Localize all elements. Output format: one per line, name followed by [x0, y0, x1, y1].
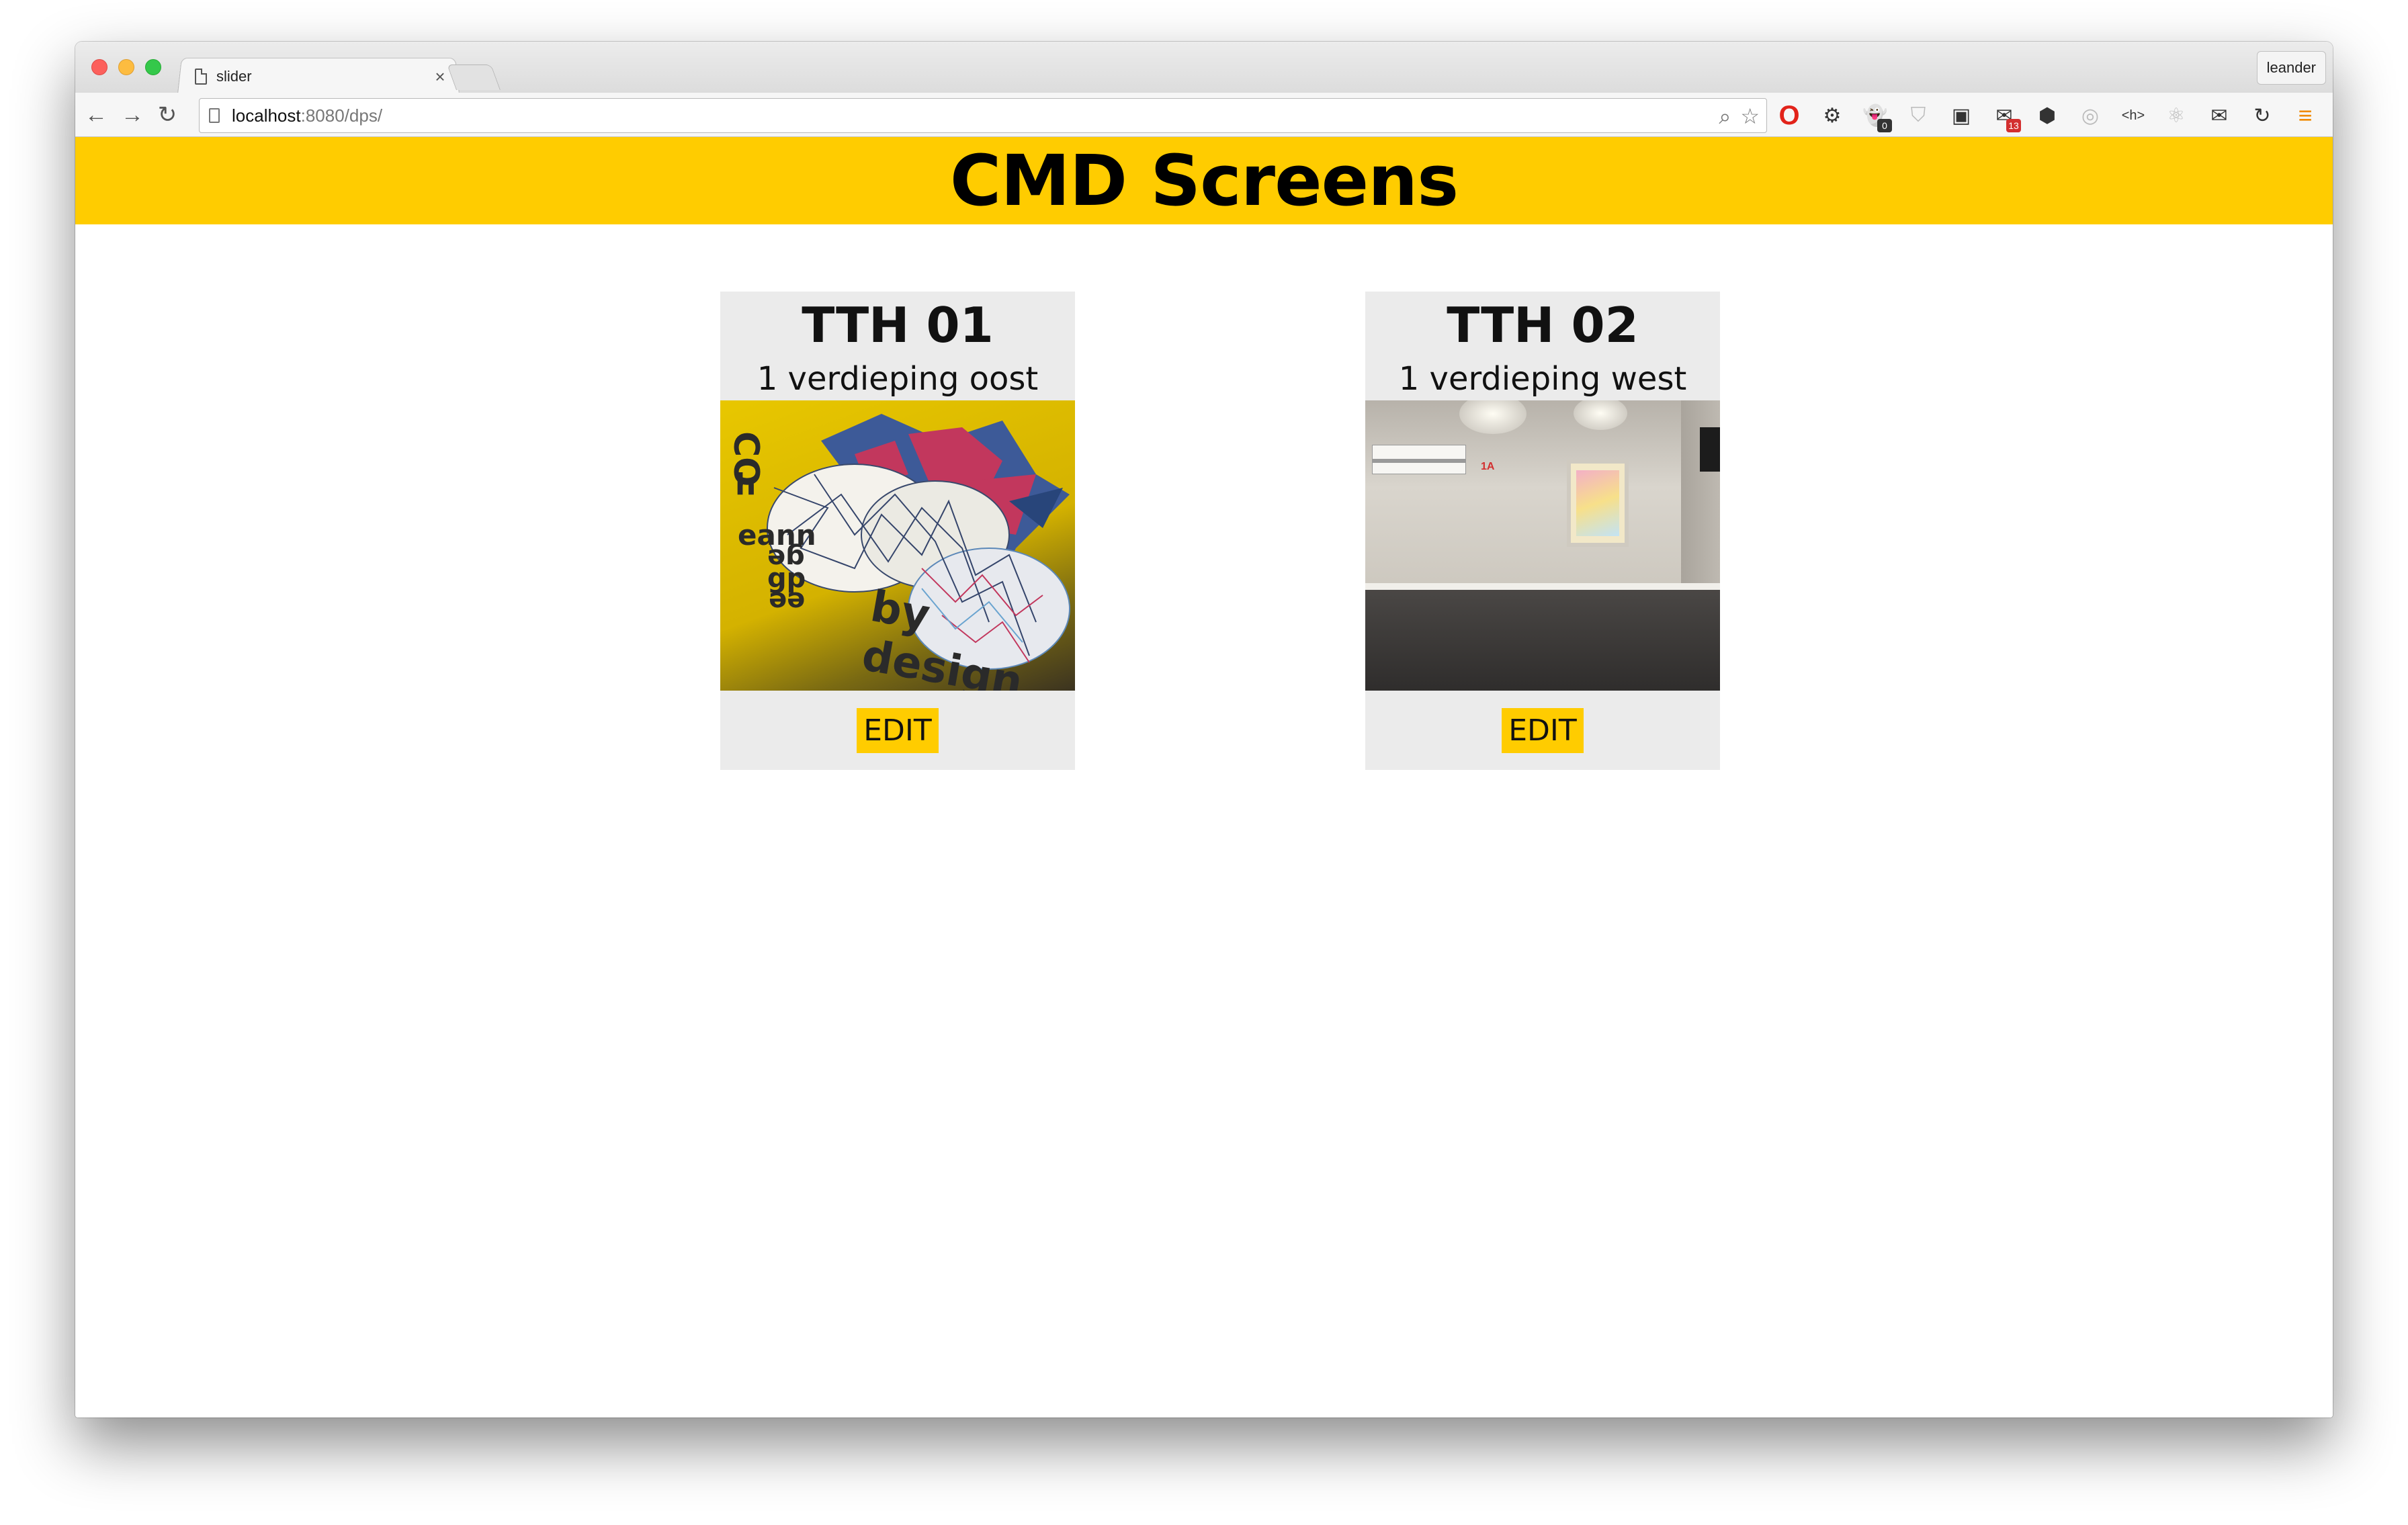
window-minimize-button[interactable]	[118, 59, 134, 75]
shield-outline-glyph: ⛉	[1910, 104, 1926, 126]
extension-badge: 0	[1877, 119, 1892, 132]
react-glyph: ⚛	[2167, 104, 2186, 127]
page-content: CMD Screens TTH 01 1 verdieping oost CO …	[75, 137, 2333, 1418]
extensions-bar: O ⚙ 👻 0 ⛉ ▣ ✉ 13 ⬢ ◎ <h> ⚛ ✉ ↻ ≡	[1774, 98, 2321, 133]
screen-photo: CO h eann ge gp ee by design	[720, 400, 1075, 691]
ublock-glyph: ⬢	[2038, 104, 2057, 127]
react-icon[interactable]: ⚛	[2161, 100, 2192, 131]
document-icon	[195, 69, 207, 85]
page-icon	[209, 108, 220, 123]
menu-icon[interactable]: ≡	[2290, 100, 2321, 131]
page-title: CMD Screens	[949, 140, 1459, 222]
tab-close-icon[interactable]: ×	[430, 67, 450, 87]
sync-icon[interactable]: ↻	[2247, 100, 2278, 131]
wall-screen	[1700, 427, 1720, 472]
forward-arrow-icon[interactable]: →	[117, 99, 148, 130]
window-maximize-button[interactable]	[145, 59, 161, 75]
opera-icon[interactable]: O	[1774, 100, 1805, 131]
gear-icon[interactable]: ⚙	[1817, 100, 1848, 131]
extension-badge: 13	[2006, 119, 2021, 132]
room-label: 1A	[1481, 461, 1495, 472]
floor	[1365, 590, 1720, 691]
ninja-glyph: ▣	[1951, 104, 1971, 127]
edit-button[interactable]: EDIT	[1502, 707, 1584, 753]
tab-strip: slider × leander	[75, 42, 2333, 94]
screen-location: 1 verdieping west	[1398, 360, 1687, 398]
noscript-glyph: ◎	[2081, 104, 2100, 127]
ninja-icon[interactable]: ▣	[1946, 100, 1977, 131]
edit-wrap: EDIT	[1365, 691, 1720, 770]
browser-window: slider × leander ← → ↻ localhost :8080/d…	[75, 42, 2333, 1418]
ghost-icon[interactable]: 👻 0	[1860, 100, 1892, 132]
new-tab-button[interactable]	[447, 64, 501, 90]
back-arrow-icon[interactable]: ←	[81, 99, 112, 130]
bookmark-star-icon[interactable]: ☆	[1740, 101, 1760, 131]
edit-button[interactable]: EDIT	[857, 707, 939, 753]
menu-glyph: ≡	[2298, 101, 2313, 129]
envelope-icon[interactable]: ✉	[2204, 100, 2235, 131]
screen-name: TTH 01	[802, 297, 994, 353]
screen-location: 1 verdieping oost	[757, 360, 1039, 398]
screen-photo: 1A	[1365, 400, 1720, 691]
page-header: CMD Screens	[75, 137, 2333, 224]
sync-glyph: ↻	[2253, 104, 2271, 127]
tab-title: slider	[216, 68, 252, 85]
graffiti-text: ee	[769, 586, 806, 617]
graffiti-text: h	[735, 468, 757, 502]
envelope-glyph: ✉	[2210, 104, 2228, 127]
url-path: :8080/dps/	[300, 105, 383, 126]
window-close-button[interactable]	[91, 59, 108, 75]
mail-check-icon[interactable]: ✉ 13	[1989, 100, 2021, 132]
gear-glyph: ⚙	[1823, 104, 1842, 127]
wall-sign	[1372, 445, 1466, 474]
screen-card: TTH 02 1 verdieping west 1A EDIT	[1365, 292, 1720, 770]
opera-glyph: O	[1778, 100, 1800, 130]
url-host: localhost	[232, 105, 301, 126]
screen-name: TTH 02	[1447, 297, 1639, 353]
screen-card: TTH 01 1 verdieping oost CO h eann ge gp…	[720, 292, 1075, 770]
html-icon[interactable]: <h>	[2118, 100, 2149, 131]
noscript-icon[interactable]: ◎	[2075, 100, 2106, 131]
edit-wrap: EDIT	[720, 691, 1075, 770]
ublock-icon[interactable]: ⬢	[2032, 100, 2063, 131]
address-bar[interactable]: localhost :8080/dps/ ⌕ ☆	[199, 98, 1767, 133]
poster	[1567, 460, 1629, 547]
html-glyph: <h>	[2121, 107, 2145, 123]
browser-toolbar: ← → ↻ localhost :8080/dps/ ⌕ ☆ O ⚙ 👻 0 ⛉ ▣ ✉ 13…	[75, 93, 2333, 137]
tab-content[interactable]: slider ×	[195, 60, 450, 93]
profile-button[interactable]: leander	[2256, 51, 2326, 85]
shield-outline-icon[interactable]: ⛉	[1903, 100, 1934, 131]
zoom-icon[interactable]: ⌕	[1719, 101, 1731, 131]
reload-icon[interactable]: ↻	[152, 99, 183, 130]
